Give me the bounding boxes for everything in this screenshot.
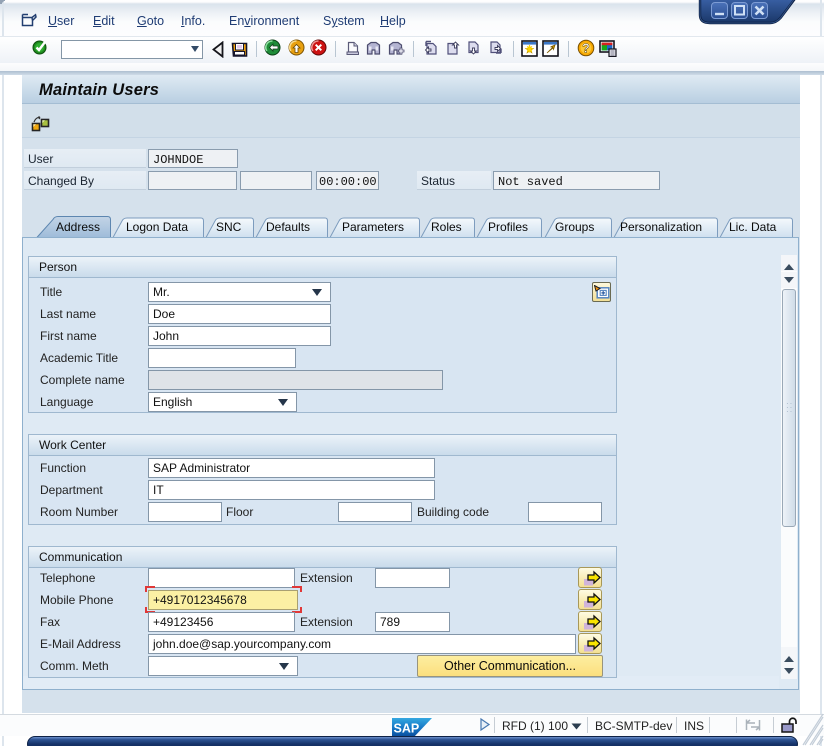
svg-text:?: ? [582, 41, 590, 55]
svg-text:SAP: SAP [394, 722, 420, 736]
